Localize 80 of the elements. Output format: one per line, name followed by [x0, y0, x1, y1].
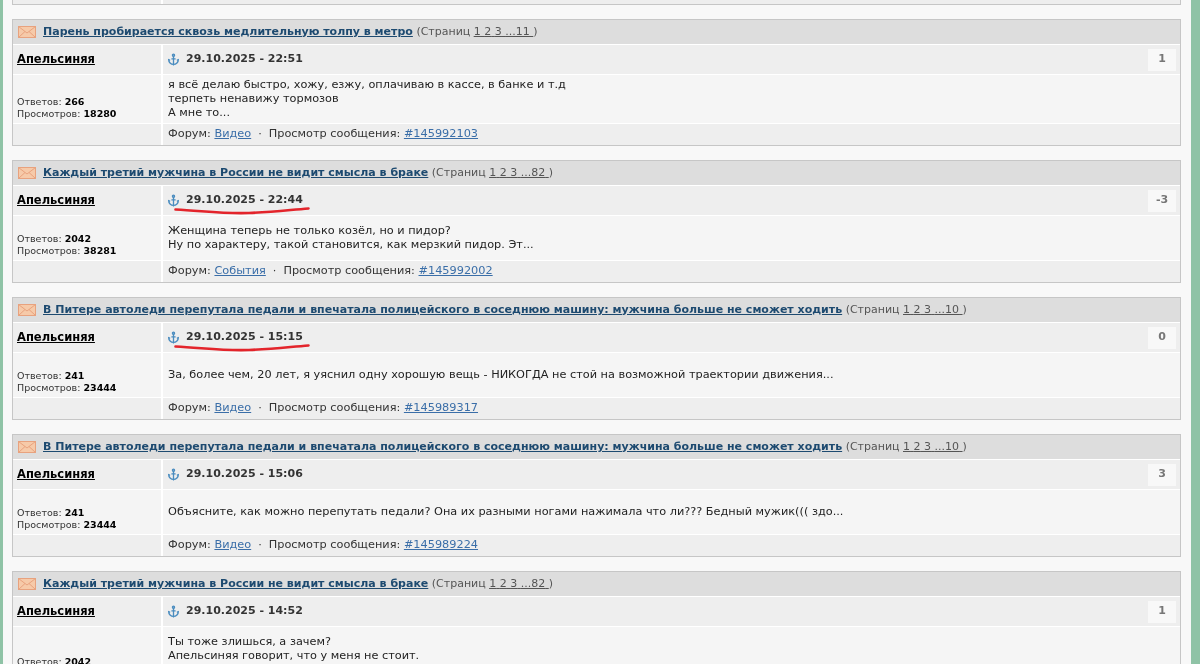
stat-text: Просмотров: 38281	[17, 245, 118, 257]
envelope-icon	[18, 304, 36, 316]
page-count-text: (Страниц 1 2 3 ...82 )	[431, 576, 554, 590]
envelope-icon	[18, 441, 36, 453]
anchor-icon[interactable]	[167, 331, 180, 344]
page-link[interactable]: 2	[499, 576, 507, 590]
page-link[interactable]: 1	[473, 24, 481, 38]
envelope-icon	[18, 26, 36, 38]
stat-text: Ответов: 266	[17, 96, 86, 108]
rating-badge: 0	[1148, 326, 1176, 349]
page-link[interactable]: ...11	[505, 24, 530, 38]
author-link[interactable]: Апельсиняя	[17, 50, 95, 69]
stat-text: Просмотров: 23444	[17, 382, 118, 394]
topic-link[interactable]: Каждый третий мужчина в России не видит смысла в браке	[43, 576, 429, 590]
page-link[interactable]: 3	[924, 302, 932, 316]
post-meta-text: Форум: Видео · Просмотр сообщения: #145992103	[168, 126, 479, 143]
stat-text: Просмотров: 18280	[17, 108, 118, 120]
post-text: Объясните, как можно перепутать педали? Она их разными ногами нажимала что ли??? Бедный мужик((( здо...	[168, 505, 844, 519]
post-text: Ты тоже злишься, а зачем? Апельсиняя говорит, что у меня не стоит.	[168, 635, 420, 663]
anchor-icon[interactable]	[167, 53, 180, 66]
page-link[interactable]: 2	[499, 165, 507, 179]
page-link[interactable]: ...82	[520, 165, 546, 179]
topic-link[interactable]: Каждый третий мужчина в России не видит смысла в браке	[43, 165, 429, 179]
forum-link[interactable]: Видео	[214, 127, 252, 141]
forum-link[interactable]: Видео	[214, 538, 252, 552]
rating-badge: 3	[1148, 463, 1176, 486]
post-meta-text: Форум: Видео · Просмотр сообщения: #145989224	[168, 537, 479, 554]
page-link[interactable]: 2	[913, 302, 921, 316]
page-link[interactable]: 1	[903, 439, 911, 453]
page-link[interactable]: 1	[489, 576, 497, 590]
topic-link[interactable]: Парень пробирается сквозь медлительную толпу в метро	[43, 24, 413, 38]
post-number-link[interactable]: #145992002	[418, 264, 493, 278]
anchor-icon[interactable]	[167, 468, 180, 481]
page-count-text: (Страниц 1 2 3 ...10 )	[845, 439, 967, 453]
stat-text: Ответов: 241	[17, 507, 86, 519]
page-link[interactable]: ...10	[934, 302, 960, 316]
page-count-text: (Страниц 1 2 3 ...82 )	[431, 165, 554, 179]
rating-badge: -3	[1148, 189, 1176, 212]
post-date: 29.10.2025 - 22:44	[186, 192, 303, 209]
post-number-link[interactable]: #145992103	[403, 127, 479, 141]
author-link[interactable]: Апельсиняя	[17, 328, 95, 347]
stat-text: Ответов: 2042	[17, 233, 93, 245]
page-link[interactable]: 1	[489, 165, 497, 179]
page-link[interactable]: 2	[484, 24, 492, 38]
post-meta-text: Форум: События · Просмотр сообщения: #145992002	[168, 263, 493, 280]
page-link[interactable]: ...82	[520, 576, 546, 590]
stat-text: Ответов: 241	[17, 370, 86, 382]
post-number-link[interactable]: #145989317	[403, 401, 479, 415]
page-link[interactable]: 3	[510, 165, 518, 179]
post-text: За, более чем, 20 лет, я уяснил одну хорошую вещь - НИКОГДА не стой на возможной траектории движения...	[168, 368, 834, 382]
page-link[interactable]: 2	[913, 439, 921, 453]
anchor-icon[interactable]	[167, 605, 180, 618]
page-link[interactable]: 1	[903, 302, 911, 316]
post-meta-text: Форум: Видео · Просмотр сообщения: #145989317	[168, 400, 479, 417]
post-text: Женщина теперь не только козёл, но и пидор? Ну по характеру, такой становится, как мерзкий пидор. Эт...	[168, 224, 534, 252]
post-date: 29.10.2025 - 15:15	[186, 329, 303, 346]
author-link[interactable]: Апельсиняя	[17, 465, 95, 484]
rating-badge: 1	[1148, 600, 1176, 623]
forum-link[interactable]: События	[214, 264, 266, 278]
envelope-icon	[18, 167, 36, 179]
post-text: я всё делаю быстро, хожу, езжу, оплачиваю в кассе, в банке и т.д терпеть ненавижу тормозов А мне то...	[168, 78, 566, 120]
page-link[interactable]: ...10	[934, 439, 960, 453]
post-date: 29.10.2025 - 14:52	[186, 603, 303, 620]
post-number-link[interactable]: #145989224	[403, 538, 479, 552]
page-link[interactable]: 3	[924, 439, 932, 453]
anchor-icon[interactable]	[167, 194, 180, 207]
page-count-text: (Страниц 1 2 3 ...10 )	[845, 302, 967, 316]
forum-link[interactable]: Видео	[214, 401, 252, 415]
stat-text: Просмотров: 23444	[17, 519, 118, 531]
topic-link[interactable]: В Питере автоледи перепутала педали и впечатала полицейского в соседнюю машину: мужчина больше не сможет ходить	[43, 439, 843, 453]
page-link[interactable]: 3	[510, 576, 518, 590]
post-date: 29.10.2025 - 22:51	[186, 51, 303, 68]
page-count-text: (Страниц 1 2 3 ...11 )	[416, 24, 538, 38]
page-link[interactable]: 3	[494, 24, 502, 38]
post-date: 29.10.2025 - 15:06	[186, 466, 303, 483]
topic-link[interactable]: В Питере автоледи перепутала педали и впечатала полицейского в соседнюю машину: мужчина больше не сможет ходить	[43, 302, 843, 316]
rating-badge: 1	[1148, 48, 1176, 71]
envelope-icon	[18, 578, 36, 590]
author-link[interactable]: Апельсиняя	[17, 602, 95, 621]
author-link[interactable]: Апельсиняя	[17, 191, 95, 210]
